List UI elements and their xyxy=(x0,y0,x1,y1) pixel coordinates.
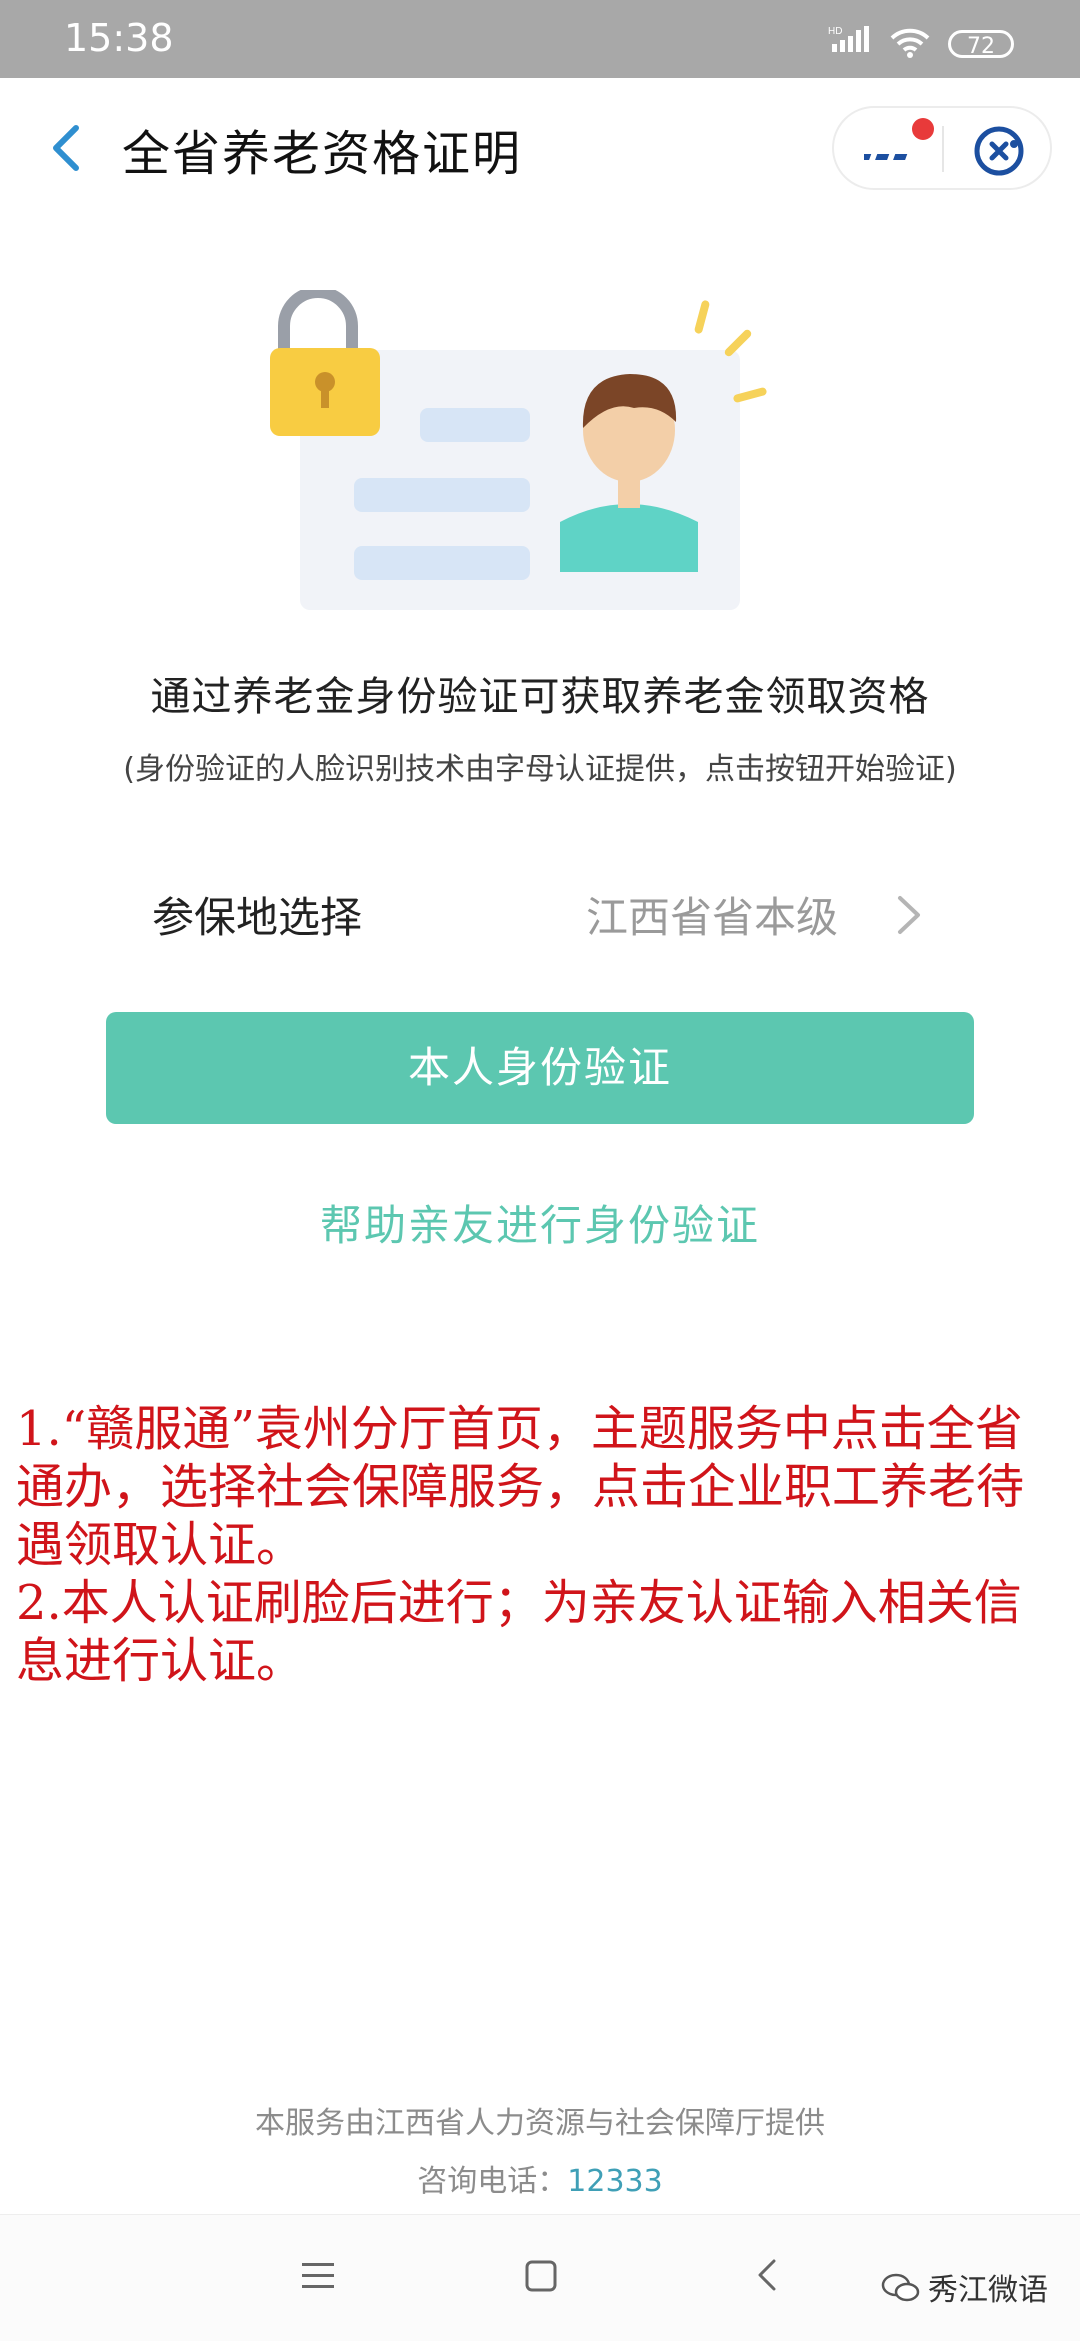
region-label: 参保地选择 xyxy=(152,893,363,942)
help-family-verify-link[interactable]: 帮助亲友进行身份验证 xyxy=(0,1192,1080,1253)
intro-subtitle: (身份验证的人脸识别技术由字母认证提供，点击按钮开始验证) xyxy=(123,752,957,787)
region-value: 江西省省本级 xyxy=(586,893,839,942)
id-card-illustration xyxy=(270,286,810,630)
close-target-icon xyxy=(974,126,1024,176)
phone-label: 咨询电话： xyxy=(417,2164,568,2199)
region-selector[interactable]: 参保地选择 江西省省本级 xyxy=(0,860,1080,960)
network-label: HD xyxy=(828,26,842,37)
phone-number[interactable]: 12333 xyxy=(567,2164,662,2199)
footer-phone: 咨询电话：12333 xyxy=(0,2156,1080,2200)
menu-icon[interactable] xyxy=(300,2259,336,2297)
system-back-icon[interactable] xyxy=(752,2255,782,2299)
intro-title: 通过养老金身份验证可获取养老金领取资格 xyxy=(150,674,930,720)
signal-icon: HD xyxy=(828,24,872,58)
close-button[interactable] xyxy=(972,124,1026,182)
battery-icon: 72 xyxy=(948,30,1014,59)
watermark: 秀江微语 xyxy=(880,2265,1048,2313)
chevron-right-icon xyxy=(892,890,926,944)
status-time: 15:38 xyxy=(64,16,174,60)
id-card-lock-icon xyxy=(270,286,767,610)
home-icon[interactable] xyxy=(524,2259,558,2297)
footer-provider: 本服务由江西省人力资源与社会保障厅提供 xyxy=(255,2106,825,2141)
wechat-logo-icon xyxy=(880,2271,920,2313)
notification-dot xyxy=(912,118,934,140)
instruction-step-2: 2.本人认证刷脸后进行；为亲友认证输入相关信息进行认证。 xyxy=(16,1575,1022,1689)
wifi-icon xyxy=(888,26,932,62)
mini-program-capsule xyxy=(832,106,1052,190)
nav-bar: 全省养老资格证明 xyxy=(0,78,1080,214)
page-title: 全省养老资格证明 xyxy=(122,126,523,182)
chevron-left-icon xyxy=(53,125,79,171)
instruction-step-1: 1.“赣服通”袁州分厅首页，主题服务中点击全省通办，选择社会保障服务，点击企业职… xyxy=(16,1401,1025,1573)
capsule-divider xyxy=(942,126,944,172)
system-nav-bar: 秀江微语 xyxy=(0,2214,1080,2341)
status-bar: 15:38 HD 72 xyxy=(0,0,1080,78)
back-button[interactable] xyxy=(36,108,100,188)
instruction-note: 1.“赣服通”袁州分厅首页，主题服务中点击全省通办，选择社会保障服务，点击企业职… xyxy=(16,1400,1066,1690)
watermark-text: 秀江微语 xyxy=(928,2273,1048,2308)
self-verify-button[interactable]: 本人身份验证 xyxy=(106,1012,974,1124)
